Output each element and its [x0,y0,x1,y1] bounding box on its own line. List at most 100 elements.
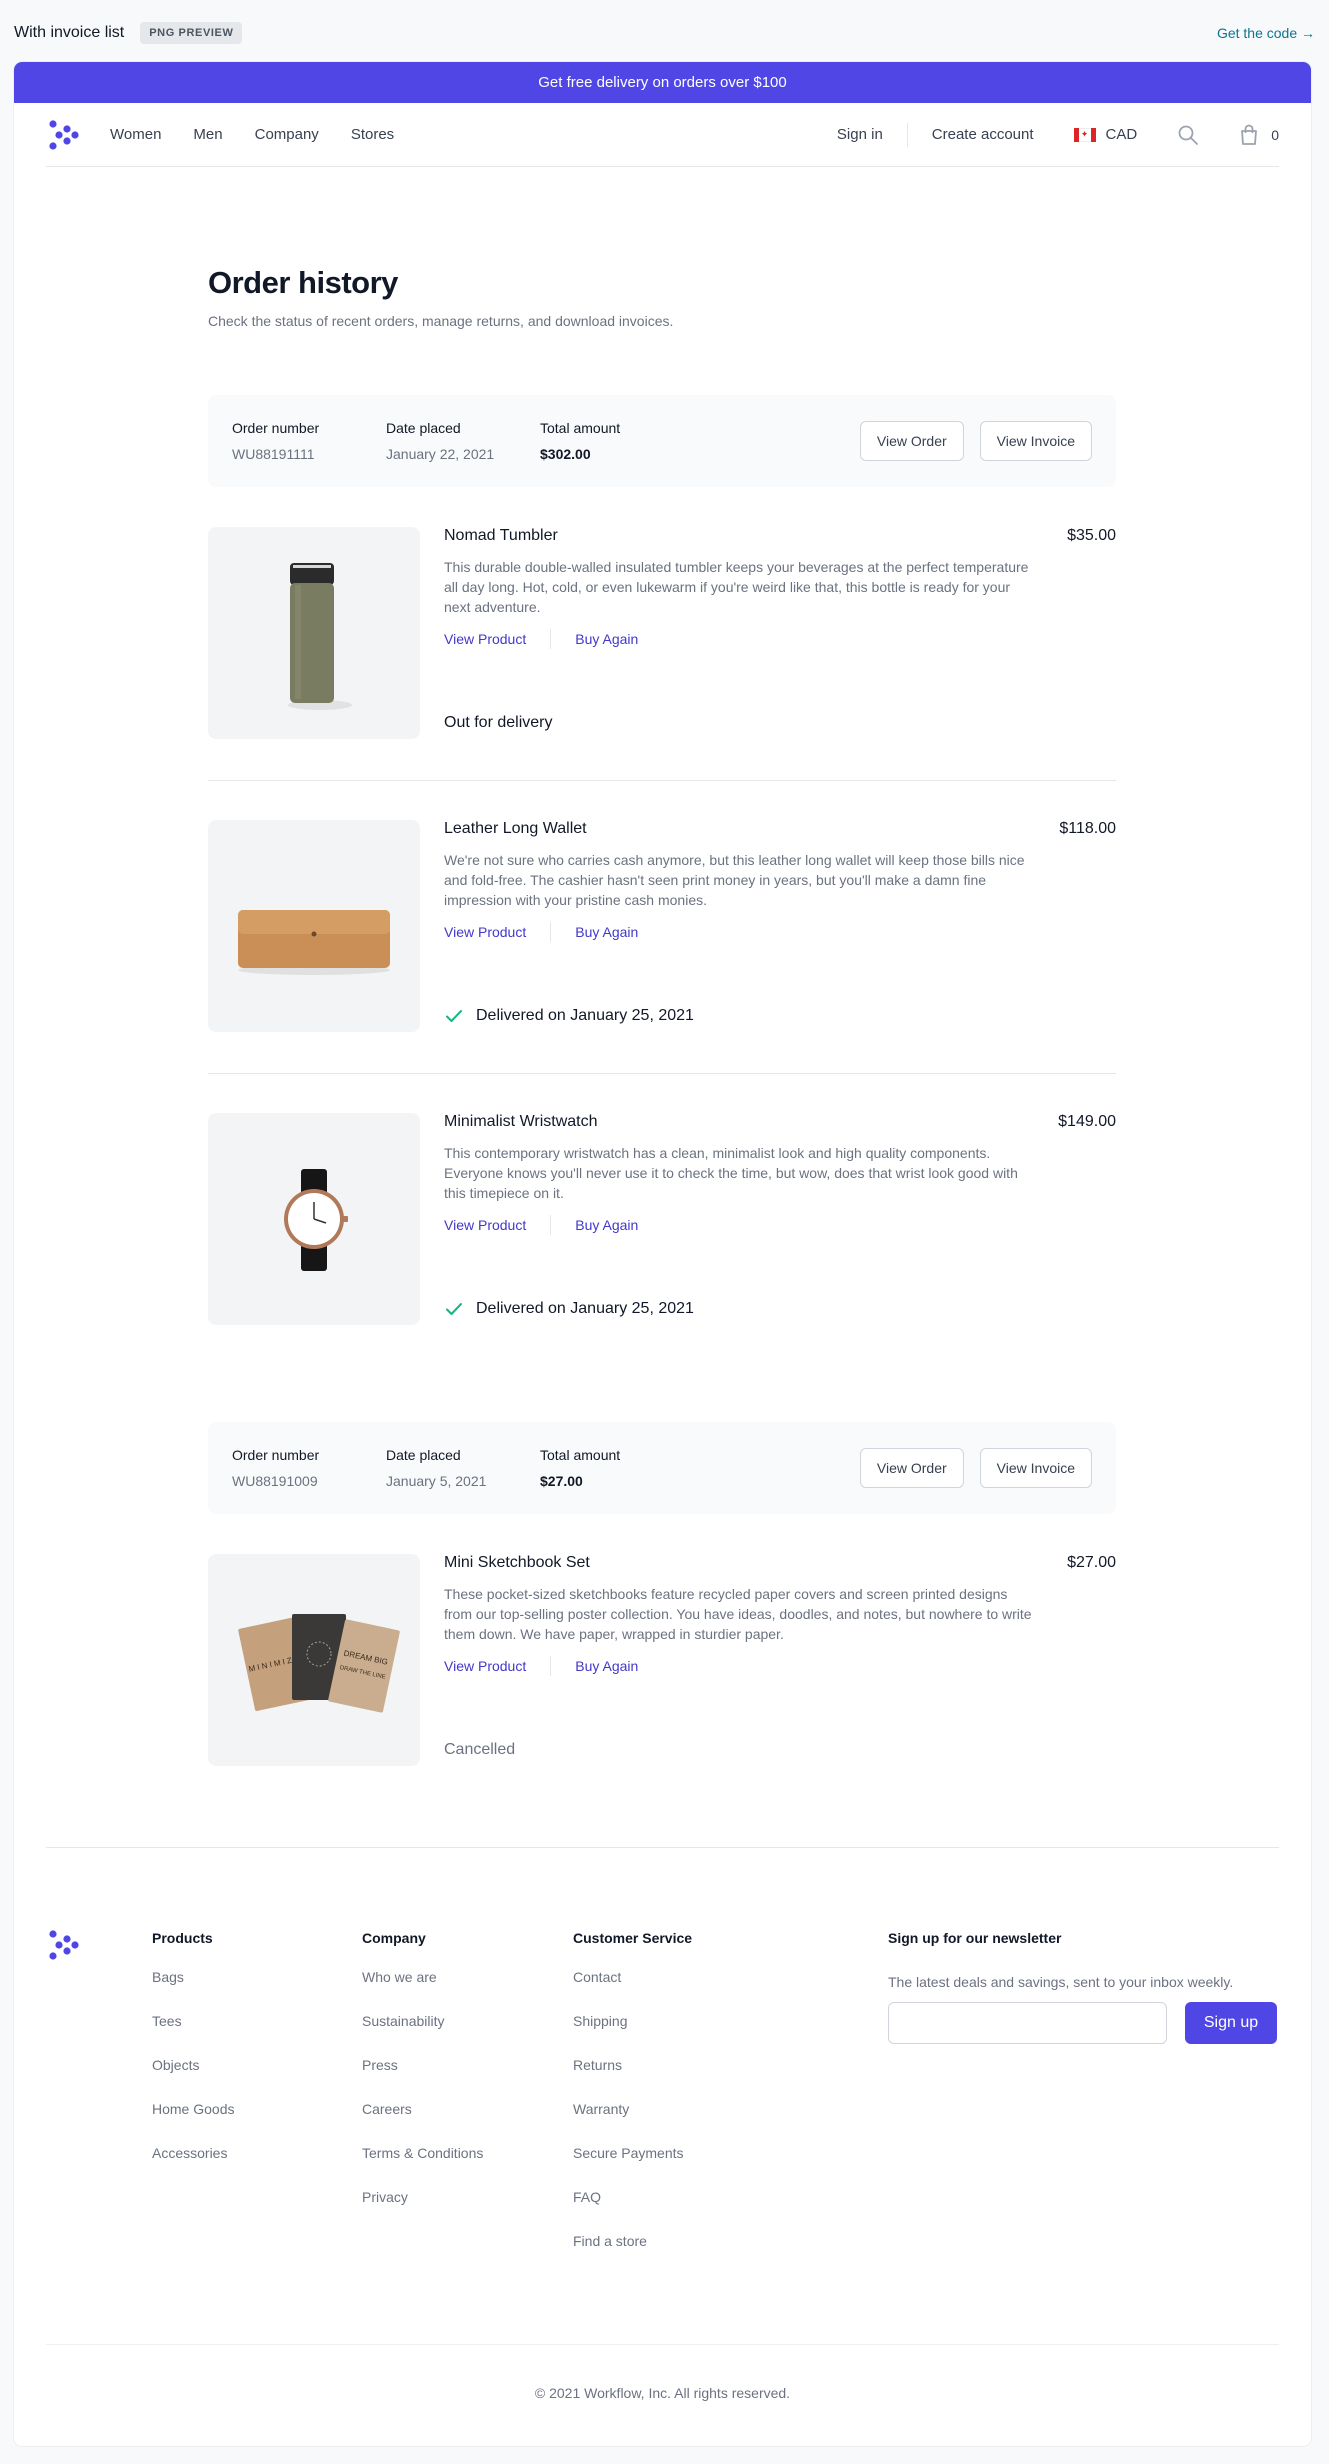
get-code-link[interactable]: Get the code → [1217,25,1315,41]
product-name: Minimalist Wristwatch [444,1113,598,1130]
delivery-status: Cancelled [444,1740,515,1760]
footer-link[interactable]: Home Goods [152,2101,234,2145]
view-product-link[interactable]: View Product [444,631,526,647]
link-divider [550,1215,552,1235]
total-amount-label: Total amount [540,420,621,436]
newsletter-title: Sign up for our newsletter [888,1930,1062,1946]
link-divider [550,1656,552,1676]
link-divider [550,922,552,942]
app-frame: Get free delivery on orders over $100 Wo… [14,62,1311,2446]
newsletter-text: The latest deals and savings, sent to yo… [888,1974,1234,1990]
wallet-image [238,910,390,975]
preview-title: With invoice list [14,24,125,41]
product-image-watch[interactable] [208,1113,420,1325]
status-text: Delivered on January 25, 2021 [476,1300,694,1317]
buy-again-link[interactable]: Buy Again [575,1658,638,1674]
order-number-value: WU88191111 [232,446,315,462]
view-order-button[interactable]: View Order [859,421,964,461]
item-info: Nomad Tumbler $35.00 This durable double… [444,527,1116,649]
search-button[interactable] [1177,124,1199,146]
view-product-link[interactable]: View Product [444,1217,526,1233]
product-price: $149.00 [1058,1113,1116,1130]
page-title: Order history [208,265,398,300]
item-links: View Product Buy Again [444,1215,1116,1235]
footer-column-products: Products Bags Tees Objects Home Goods Ac… [152,1930,234,2189]
total-amount-value: $27.00 [540,1473,583,1489]
footer-link[interactable]: Objects [152,2057,234,2101]
currency-selector[interactable]: ✦ CAD [1073,126,1138,143]
view-order-button[interactable]: View Order [859,1448,964,1488]
buy-again-link[interactable]: Buy Again [575,631,638,647]
footer-link[interactable]: Contact [573,1969,692,2013]
date-placed-label: Date placed [386,420,461,436]
sign-up-button[interactable]: Sign up [1185,2002,1277,2044]
product-image-tumbler[interactable] [208,527,420,739]
nav-company[interactable]: Company [255,126,319,143]
footer-link[interactable]: Careers [362,2101,483,2145]
item-info: Leather Long Wallet $118.00 We're not su… [444,820,1116,942]
view-invoice-button[interactable]: View Invoice [979,1448,1092,1488]
newsletter-signup: Sign up for our newsletter The latest de… [888,1930,1279,2044]
view-product-link[interactable]: View Product [444,1658,526,1674]
sketchbooks-image: M I N I M I Z E DREAM BIG DRAW THE LINE [238,1614,400,1713]
logo-icon[interactable] [46,118,80,152]
footer-link[interactable]: Secure Payments [573,2145,692,2189]
link-divider [550,629,552,649]
product-price: $118.00 [1059,820,1116,837]
status-text: Delivered on January 25, 2021 [476,1007,694,1024]
order-item: M I N I M I Z E DREAM BIG DRAW THE LINE … [208,1554,1116,1766]
product-image-sketchbooks[interactable]: M I N I M I Z E DREAM BIG DRAW THE LINE [208,1554,420,1766]
buy-again-link[interactable]: Buy Again [575,924,638,940]
cart-button[interactable]: 0 [1239,124,1279,146]
nav-women[interactable]: Women [110,126,161,143]
date-placed-label: Date placed [386,1447,461,1463]
newsletter-email-input[interactable] [888,2002,1167,2044]
date-placed-value: January 5, 2021 [386,1473,487,1489]
tumbler-image [288,563,352,710]
preview-header: With invoice list PNG PREVIEW Get the co… [14,18,1315,48]
top-navigation: Women Men Company Stores Sign in Create … [46,103,1279,167]
footer-link[interactable]: Bags [152,1969,234,2013]
order-number-value: WU88191009 [232,1473,318,1489]
create-account-link[interactable]: Create account [932,126,1034,143]
footer-link[interactable]: Shipping [573,2013,692,2057]
product-name: Nomad Tumbler [444,527,558,544]
sign-in-link[interactable]: Sign in [837,126,883,143]
item-links: View Product Buy Again [444,1656,1116,1676]
footer-column-customer-service: Customer Service Contact Shipping Return… [573,1930,692,2277]
footer-link[interactable]: Returns [573,2057,692,2101]
product-name: Mini Sketchbook Set [444,1554,590,1571]
copyright: © 2021 Workflow, Inc. All rights reserve… [534,2385,791,2401]
footer-link[interactable]: Sustainability [362,2013,483,2057]
product-description: This contemporary wristwatch has a clean… [444,1145,1018,1201]
footer-link[interactable]: Tees [152,2013,234,2057]
buy-again-link[interactable]: Buy Again [575,1217,638,1233]
footer-link[interactable]: FAQ [573,2189,692,2233]
footer-link[interactable]: Press [362,2057,483,2101]
footer-link[interactable]: Terms & Conditions [362,2145,483,2189]
delivery-status: Delivered on January 25, 2021 [444,1299,694,1319]
product-description: These pocket-sized sketchbooks feature r… [444,1586,1032,1642]
cart-count: 0 [1271,126,1279,143]
preview-badge: PNG PREVIEW [140,22,243,44]
nav-men[interactable]: Men [193,126,222,143]
footer-link[interactable]: Find a store [573,2233,692,2277]
product-price: $27.00 [1067,1554,1116,1571]
footer-column-title: Customer Service [573,1930,693,1946]
footer-link[interactable]: Warranty [573,2101,692,2145]
footer-link[interactable]: Privacy [362,2189,483,2233]
search-icon [1178,125,1199,145]
view-invoice-button[interactable]: View Invoice [979,421,1092,461]
nav-stores[interactable]: Stores [351,126,394,143]
nav-actions: Sign in Create account ✦ CAD 0 [837,122,1279,147]
footer-link[interactable]: Who we are [362,1969,483,2013]
footer-link[interactable]: Accessories [152,2145,234,2189]
delivery-status: Out for delivery [444,713,552,733]
promo-banner: Get free delivery on orders over $100 [14,62,1311,103]
currency-label: CAD [1105,126,1138,143]
product-image-wallet[interactable] [208,820,420,1032]
order-item: Minimalist Wristwatch $149.00 This conte… [208,1113,1116,1325]
status-text: Cancelled [444,1741,516,1758]
view-product-link[interactable]: View Product [444,924,526,940]
product-description: This durable double-walled insulated tum… [444,559,1029,615]
